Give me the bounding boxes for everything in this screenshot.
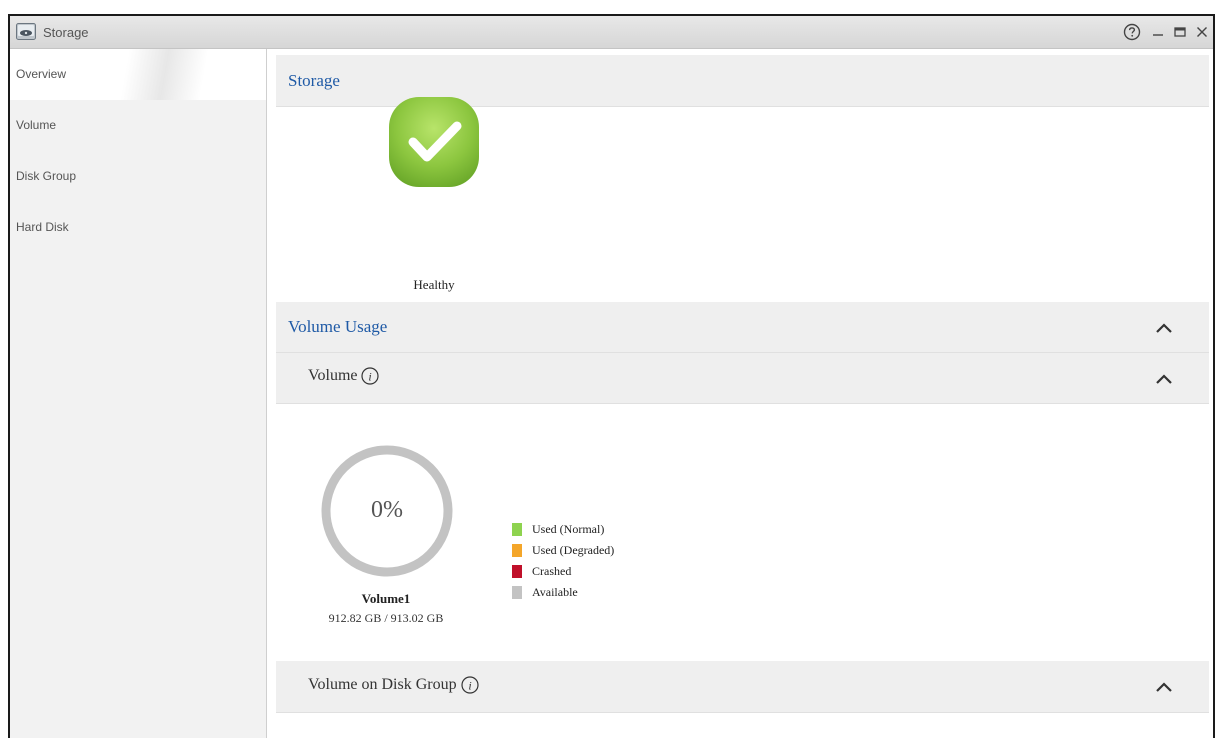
sidebar-item-label: Disk Group: [16, 169, 77, 183]
sidebar-item-disk-group[interactable]: Disk Group: [10, 151, 266, 202]
close-button[interactable]: [1192, 22, 1212, 42]
disk-group-subsection-header[interactable]: Volume on Disk Group i: [276, 661, 1209, 713]
legend-item: Crashed: [512, 561, 614, 582]
sidebar-item-label: Volume: [16, 118, 57, 132]
help-button[interactable]: [1122, 22, 1142, 42]
main-content: Storage Healthy Volume Usage Volume i 0%…: [276, 49, 1209, 738]
help-icon: [1123, 23, 1141, 41]
storage-window: Storage Overview Volume Disk Group Hard …: [8, 14, 1215, 738]
volume-subsection-header[interactable]: Volume i: [276, 353, 1209, 404]
legend-label: Used (Normal): [532, 522, 605, 536]
volume-subsection-label: Volume: [308, 367, 358, 384]
storage-app-icon: [16, 23, 36, 40]
sidebar-item-volume[interactable]: Volume: [10, 100, 266, 151]
window-title: Storage: [43, 25, 89, 40]
storage-section-title: Storage: [288, 71, 340, 90]
svg-text:i: i: [369, 370, 372, 384]
volume-usage-percent: 0%: [371, 497, 403, 523]
volume-capacity: 912.82 GB / 913.02 GB: [328, 611, 444, 625]
maximize-icon: [1174, 27, 1186, 37]
maximize-button[interactable]: [1170, 22, 1190, 42]
close-icon: [1197, 27, 1207, 37]
svg-text:i: i: [468, 679, 471, 693]
info-icon[interactable]: i: [460, 676, 479, 694]
legend-swatch: [512, 523, 522, 536]
legend-label: Crashed: [532, 564, 572, 578]
legend-label: Available: [532, 585, 578, 599]
sidebar-item-label: Overview: [16, 67, 67, 81]
chevron-up-icon[interactable]: [1155, 322, 1173, 334]
chevron-up-icon[interactable]: [1155, 681, 1173, 693]
sidebar-item-label: Hard Disk: [16, 220, 69, 234]
disk-group-subsection-title: Volume on Disk Group i: [308, 676, 479, 694]
legend-swatch: [512, 544, 522, 557]
legend-item: Available: [512, 582, 614, 603]
volume-subsection-title: Volume i: [308, 367, 380, 385]
legend-swatch: [512, 586, 522, 599]
disk-group-subsection-label: Volume on Disk Group: [308, 676, 457, 693]
minimize-icon: [1153, 34, 1163, 36]
sidebar-item-overview[interactable]: Overview: [10, 49, 266, 100]
legend-item: Used (Degraded): [512, 540, 614, 561]
volume-name: Volume1: [361, 591, 411, 606]
legend-item: Used (Normal): [512, 519, 614, 540]
sidebar: Overview Volume Disk Group Hard Disk: [10, 49, 267, 738]
check-icon: [389, 97, 479, 187]
storage-status-label: Healthy: [413, 277, 455, 292]
sidebar-item-hard-disk[interactable]: Hard Disk: [10, 202, 266, 253]
info-icon[interactable]: i: [361, 367, 380, 385]
minimize-button[interactable]: [1148, 22, 1168, 42]
volume-usage-title: Volume Usage: [288, 317, 388, 336]
usage-legend: Used (Normal) Used (Degraded) Crashed Av…: [512, 519, 614, 603]
volume-usage-section-header[interactable]: Volume Usage: [276, 302, 1209, 353]
title-bar[interactable]: Storage: [10, 16, 1213, 49]
legend-swatch: [512, 565, 522, 578]
legend-label: Used (Degraded): [532, 543, 615, 557]
chevron-up-icon[interactable]: [1155, 373, 1173, 385]
